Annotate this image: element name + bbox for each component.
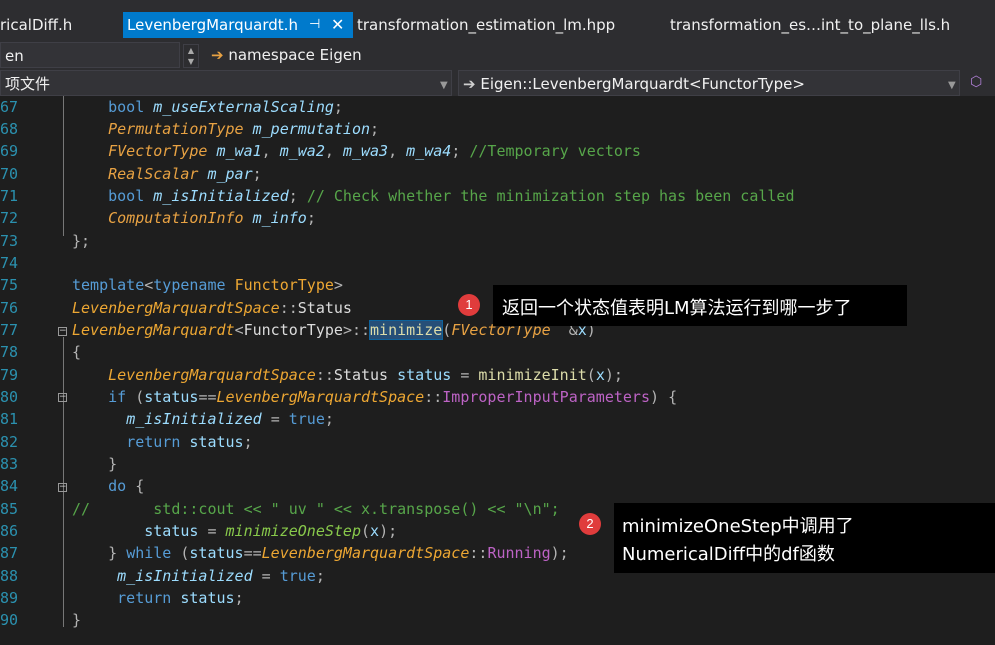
close-icon[interactable]: ✕	[331, 12, 344, 38]
line-number: 83	[0, 455, 19, 473]
annotation-text: minimizeOneStep中调用了	[622, 516, 854, 537]
code-line: PermutationType m_permutation;	[108, 120, 380, 138]
line-number: 90	[0, 611, 19, 629]
member-scope-dropdown[interactable]: ➔ Eigen::LevenbergMarquardt<FunctorType>	[458, 70, 960, 96]
line-number: 79	[0, 366, 19, 384]
line-number: 77	[0, 321, 19, 339]
code-line: bool m_isInitialized; // Check whether t…	[108, 187, 795, 205]
line-number: 76	[0, 299, 19, 317]
line-number: 75	[0, 276, 19, 294]
collapse-icon[interactable]: −	[58, 483, 67, 492]
annotation-badge: 2	[579, 513, 601, 535]
code-line: return status;	[126, 433, 253, 451]
code-line: }	[108, 455, 118, 473]
code-line: LevenbergMarquardtSpace::Status status =…	[108, 366, 623, 384]
code-line: ComputationInfo m_info;	[108, 209, 316, 227]
namespace-label: namespace Eigen	[228, 46, 362, 64]
code-line: // std::cout << " uv " << x.transpose() …	[72, 500, 560, 518]
code-line: };	[72, 232, 91, 250]
pin-icon[interactable]: ⊣	[309, 12, 320, 38]
code-line: }	[72, 611, 82, 629]
line-number: 81	[0, 410, 19, 428]
line-number: 67	[0, 98, 19, 116]
annotation-badge: 1	[458, 294, 480, 316]
namespace-selector[interactable]: ➔ namespace Eigen	[207, 42, 995, 68]
project-label: en	[5, 47, 24, 65]
scroll-stepper[interactable]: ▲ ▼	[183, 44, 199, 68]
project-dropdown[interactable]: en	[0, 42, 180, 68]
code-line: do {	[108, 477, 145, 495]
collapse-icon[interactable]: −	[58, 327, 67, 336]
member-scope-label: Eigen::LevenbergMarquardt<FunctorType>	[480, 75, 805, 93]
code-line: template<typename FunctorType>	[72, 276, 343, 294]
code-line: RealScalar m_par;	[108, 165, 262, 183]
chevron-down-icon[interactable]: ▼	[948, 80, 956, 91]
line-number: 70	[0, 165, 19, 183]
code-line: return status;	[117, 589, 244, 607]
line-number: 89	[0, 589, 19, 607]
arrow-right-icon: ➔	[463, 75, 476, 93]
annotation-text: NumericalDiff中的df函数	[622, 544, 835, 565]
method-icon: ⬡	[970, 74, 983, 90]
line-number: 71	[0, 187, 19, 205]
line-number: 72	[0, 209, 19, 227]
line-number: 73	[0, 232, 19, 250]
tab-bar: ricalDiff.h LevenbergMarquardt.h ⊣ ✕ tra…	[0, 0, 995, 38]
fold-guide	[63, 96, 64, 236]
line-number: 82	[0, 433, 19, 451]
code-line: {	[72, 343, 82, 361]
line-number: 87	[0, 544, 19, 562]
code-line: bool m_useExternalScaling;	[108, 98, 343, 116]
line-number: 80	[0, 388, 19, 406]
line-number: 88	[0, 567, 19, 585]
tab-transformation-estimation-lm[interactable]: transformation_estimation_lm.hpp	[357, 12, 615, 38]
tab-numericaldiff[interactable]: ricalDiff.h	[0, 12, 72, 38]
line-number: 86	[0, 522, 19, 540]
code-line: } while (status==LevenbergMarquardtSpace…	[108, 544, 569, 562]
code-line: m_isInitialized = true;	[126, 410, 334, 428]
code-line: status = minimizeOneStep(x);	[144, 522, 398, 540]
annotation-callout: 返回一个状态值表明LM算法运行到哪一步了	[493, 285, 907, 326]
tab-transformation-point-to-plane[interactable]: transformation_es…int_to_plane_lls.h	[670, 12, 950, 38]
line-number: 74	[0, 254, 19, 272]
file-scope-dropdown[interactable]: 项文件	[0, 70, 452, 96]
annotation-callout: minimizeOneStep中调用了 NumericalDiff中的df函数	[614, 503, 995, 573]
tab-levenbergmarquardt[interactable]: LevenbergMarquardt.h ⊣ ✕	[123, 12, 353, 38]
code-line: if (status==LevenbergMarquardtSpace::Imp…	[108, 388, 678, 406]
line-number: 78	[0, 343, 19, 361]
code-line: m_isInitialized = true;	[117, 567, 325, 585]
chevron-down-icon[interactable]: ▼	[440, 80, 448, 91]
annotation-text: 返回一个状态值表明LM算法运行到哪一步了	[502, 298, 852, 319]
tab-label: LevenbergMarquardt.h	[127, 16, 298, 34]
code-line: LevenbergMarquardtSpace::Status	[72, 299, 352, 317]
collapse-icon[interactable]: −	[58, 393, 67, 402]
line-number: 84	[0, 477, 19, 495]
arrow-right-icon: ➔	[211, 46, 224, 64]
code-line: FVectorType m_wa1, m_wa2, m_wa3, m_wa4; …	[108, 142, 641, 160]
file-scope-label: 项文件	[5, 75, 51, 93]
line-number: 69	[0, 142, 19, 160]
line-number: 68	[0, 120, 19, 138]
navigation-bar: en ➔ namespace Eigen 项文件 ▼ ➔ Eigen::Leve…	[0, 38, 995, 104]
line-number: 85	[0, 500, 19, 518]
